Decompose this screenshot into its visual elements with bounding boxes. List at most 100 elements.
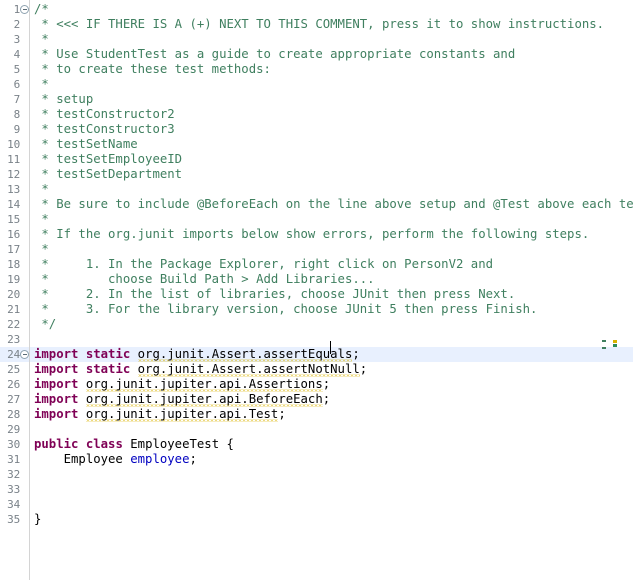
code-line[interactable]: import org.junit.jupiter.api.Test; — [34, 407, 286, 422]
code-line[interactable]: * 2. In the list of libraries, choose JU… — [34, 287, 515, 302]
gutter-row[interactable]: 15 — [0, 212, 29, 227]
line-number: 21 — [7, 303, 20, 316]
gutter-row[interactable]: 12 — [0, 167, 29, 182]
code-token-warn: org.junit.jupiter.api.Test — [85, 407, 279, 421]
gutter-row[interactable]: 6 — [0, 77, 29, 92]
code-token-plain: Employee — [34, 452, 131, 466]
code-line[interactable]: public class EmployeeTest { — [34, 437, 234, 452]
gutter-row[interactable]: 2 — [0, 17, 29, 32]
code-line[interactable]: Employee employee; — [34, 452, 197, 467]
code-line[interactable]: * testConstructor2 — [34, 107, 175, 122]
gutter-row[interactable]: 5 — [0, 62, 29, 77]
code-token-cmt: * testConstructor3 — [34, 122, 175, 136]
code-line[interactable]: * testSetDepartment — [34, 167, 182, 182]
code-line[interactable]: * testSetName — [34, 137, 137, 152]
gutter-row[interactable]: 3 — [0, 32, 29, 47]
code-token-kw: import — [34, 407, 79, 421]
code-token-cmt: * to create these test methods: — [34, 62, 271, 76]
code-line[interactable]: import static org.junit.Assert.assertEqu… — [34, 347, 360, 362]
code-line[interactable]: * — [34, 182, 48, 197]
gutter-row[interactable]: 32 — [0, 467, 29, 482]
code-line[interactable]: import org.junit.jupiter.api.Assertions; — [34, 377, 330, 392]
code-token-cmt: /* — [34, 2, 49, 16]
gutter-row[interactable]: 25 — [0, 362, 29, 377]
code-line[interactable]: * <<< IF THERE IS A (+) NEXT TO THIS COM… — [34, 17, 604, 32]
line-number: 29 — [7, 423, 20, 436]
code-token-kw: import — [34, 362, 79, 376]
code-token-kw: import — [34, 347, 79, 361]
code-line[interactable]: } — [34, 512, 41, 527]
gutter-row[interactable]: 30 — [0, 437, 29, 452]
code-line[interactable]: * to create these test methods: — [34, 62, 271, 77]
gutter-row[interactable]: 27 — [0, 392, 29, 407]
gutter-row[interactable]: 17 — [0, 242, 29, 257]
code-line[interactable]: * Be sure to include @BeforeEach on the … — [34, 197, 633, 212]
gutter-row[interactable]: 8 — [0, 107, 29, 122]
code-line[interactable]: * testSetEmployeeID — [34, 152, 182, 167]
gutter-row[interactable]: 31 — [0, 452, 29, 467]
line-number: 14 — [7, 198, 20, 211]
code-line[interactable]: * If the org.junit imports below show er… — [34, 227, 589, 242]
line-number: 33 — [7, 483, 20, 496]
gutter-row[interactable]: 26 — [0, 377, 29, 392]
code-line[interactable]: * 3. For the library version, choose JUn… — [34, 302, 537, 317]
gutter-row[interactable]: 24 — [0, 347, 29, 362]
gutter-row[interactable]: 21 — [0, 302, 29, 317]
code-line[interactable]: import static org.junit.Assert.assertNot… — [34, 362, 367, 377]
warning-marker-right-2[interactable] — [613, 344, 617, 347]
code-line[interactable]: * 1. In the Package Explorer, right clic… — [34, 257, 493, 272]
gutter-row[interactable]: 14 — [0, 197, 29, 212]
code-line[interactable]: * testConstructor3 — [34, 122, 175, 137]
gutter-row[interactable]: 18 — [0, 257, 29, 272]
code-token-cmt: * — [34, 242, 49, 256]
warning-marker-right[interactable] — [613, 340, 617, 343]
gutter-row[interactable]: 4 — [0, 47, 29, 62]
code-line[interactable]: * — [34, 77, 48, 92]
code-token-cmt: * testSetEmployeeID — [34, 152, 183, 166]
code-line[interactable]: * choose Build Path > Add Libraries... — [34, 272, 375, 287]
gutter-row[interactable]: 20 — [0, 287, 29, 302]
code-token-cmt: * testConstructor2 — [34, 107, 175, 121]
code-token-cmt: * If the org.junit imports below show er… — [34, 227, 590, 241]
warning-marker-left-2[interactable] — [602, 347, 606, 349]
gutter-row[interactable]: 22 — [0, 317, 29, 332]
gutter-row[interactable]: 9 — [0, 122, 29, 137]
gutter-row[interactable]: 35 — [0, 512, 29, 527]
line-number: 22 — [7, 318, 20, 331]
gutter-row[interactable]: 23 — [0, 332, 29, 347]
gutter-row[interactable]: 7 — [0, 92, 29, 107]
code-token-kw: static — [85, 362, 131, 376]
code-line[interactable]: */ — [34, 317, 56, 332]
gutter-row[interactable]: 34 — [0, 497, 29, 512]
code-token-cmt: * choose Build Path > Add Libraries... — [34, 272, 375, 286]
code-token-kw: class — [85, 437, 123, 451]
code-line[interactable]: * Use StudentTest as a guide to create a… — [34, 47, 515, 62]
gutter-row[interactable]: 16 — [0, 227, 29, 242]
code-line[interactable]: /* — [34, 2, 49, 17]
fold-collapse-icon[interactable] — [20, 350, 29, 359]
line-number: 25 — [7, 363, 20, 376]
gutter-row[interactable]: 1 — [0, 2, 29, 17]
gutter-row[interactable]: 19 — [0, 272, 29, 287]
code-line[interactable]: * setup — [34, 92, 93, 107]
warning-marker-left[interactable] — [602, 340, 606, 342]
code-line[interactable]: * — [34, 32, 48, 47]
line-number: 17 — [7, 243, 20, 256]
gutter-row[interactable]: 33 — [0, 482, 29, 497]
gutter-row[interactable]: 28 — [0, 407, 29, 422]
code-token-cmt: * — [34, 212, 49, 226]
fold-collapse-icon[interactable] — [20, 5, 29, 14]
code-token-kw: static — [85, 347, 131, 361]
gutter-row[interactable]: 29 — [0, 422, 29, 437]
gutter-row[interactable]: 10 — [0, 137, 29, 152]
line-number-gutter[interactable]: 1 2 3 4 5 6 7 8 9 10 11 12 13 14 15 16 17 18 19 20 21 22 23 24 2… — [0, 0, 29, 580]
line-number: 18 — [7, 258, 20, 271]
code-token-kw: import — [34, 392, 79, 406]
gutter-row[interactable]: 13 — [0, 182, 29, 197]
code-line[interactable]: * — [34, 212, 49, 227]
java-source-editor[interactable]: 1 2 3 4 5 6 7 8 9 10 11 12 13 14 15 16 17 18 19 20 21 22 23 24 2… — [0, 0, 633, 580]
code-line[interactable]: import org.junit.jupiter.api.BeforeEach; — [34, 392, 330, 407]
gutter-row[interactable]: 11 — [0, 152, 29, 167]
code-line[interactable]: * — [34, 242, 49, 257]
